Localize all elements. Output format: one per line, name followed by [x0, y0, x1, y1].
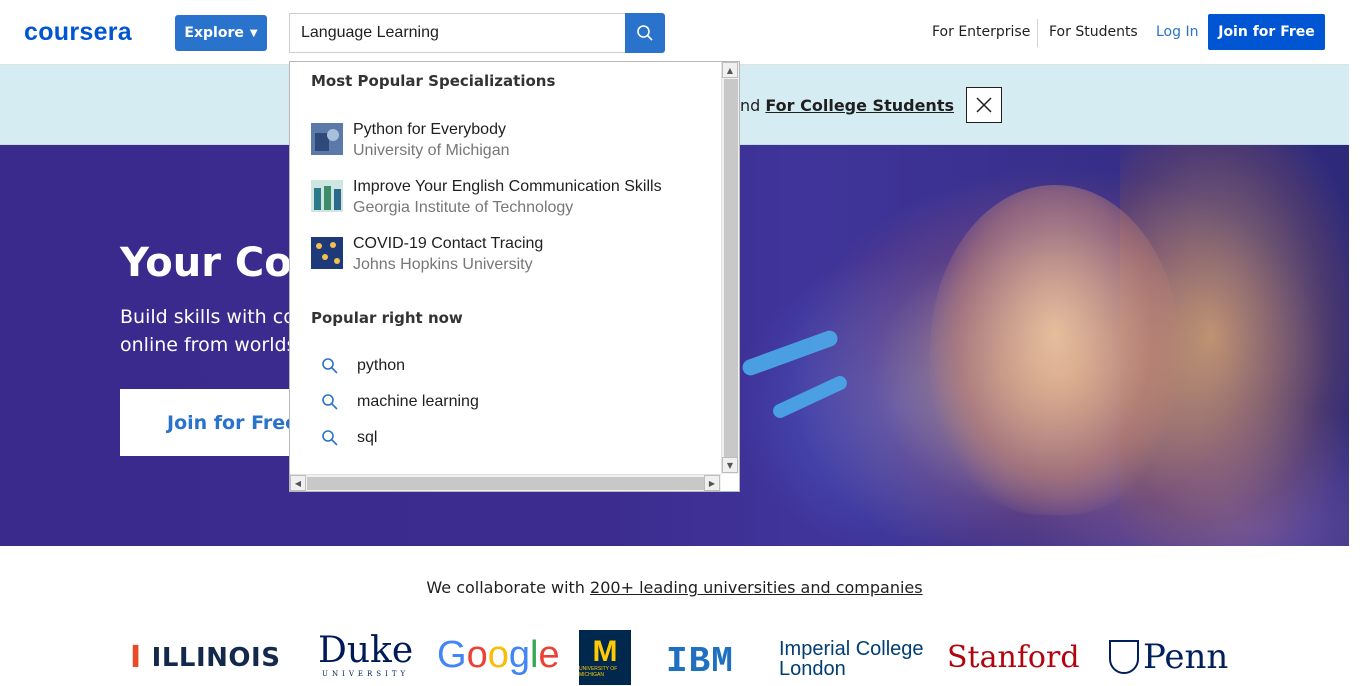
- illinois-logo[interactable]: I ILLINOIS: [130, 640, 280, 675]
- login-link[interactable]: Log In: [1156, 24, 1198, 40]
- ibm-wordmark: IBM: [666, 641, 734, 682]
- for-enterprise-link[interactable]: For Enterprise: [932, 24, 1030, 40]
- michigan-logo[interactable]: M UNIVERSITY OF MICHIGAN: [579, 630, 631, 685]
- coursera-logo[interactable]: coursera: [24, 18, 132, 47]
- penn-logo[interactable]: Penn: [1109, 637, 1228, 677]
- stanford-wordmark: Stanford: [947, 640, 1080, 675]
- explore-label: Explore: [184, 25, 244, 41]
- course-thumbnail: [311, 123, 343, 155]
- hero-subtitle-line1: Build skills with co: [120, 306, 290, 328]
- course-thumbnail: [311, 180, 343, 212]
- for-students-link[interactable]: For Students: [1049, 24, 1138, 40]
- horizontal-scrollbar[interactable]: ◀ ▶: [290, 474, 721, 491]
- penn-wordmark: Penn: [1143, 637, 1229, 677]
- search-input[interactable]: Language Learning: [289, 13, 625, 53]
- hero-image-tool: [740, 328, 840, 378]
- michigan-subtitle: UNIVERSITY OF MICHIGAN: [579, 665, 618, 678]
- nav-divider: [1037, 19, 1038, 47]
- hero-join-button[interactable]: Join for Free: [120, 389, 295, 456]
- popular-search-item[interactable]: sql: [321, 427, 621, 449]
- scroll-left-icon[interactable]: ◀: [290, 475, 306, 491]
- penn-shield-icon: [1109, 640, 1139, 674]
- search-value: Language Learning: [301, 24, 439, 41]
- course-thumbnail: [311, 237, 343, 269]
- vertical-scroll-thumb[interactable]: [724, 79, 738, 457]
- suggestion-school: Johns Hopkins University: [353, 256, 533, 273]
- ibm-logo[interactable]: IBM: [666, 641, 734, 682]
- popular-search-label: machine learning: [357, 393, 479, 410]
- section-title-specializations: Most Popular Specializations: [311, 72, 556, 90]
- college-students-link[interactable]: For College Students: [765, 96, 954, 115]
- join-for-free-button[interactable]: Join for Free: [1208, 14, 1325, 50]
- popular-search-label: sql: [357, 429, 378, 446]
- explore-button[interactable]: Explore ▼: [175, 15, 267, 51]
- stanford-logo[interactable]: Stanford: [947, 640, 1080, 675]
- search-suggestions-dropdown: Most Popular Specializations Python for …: [289, 61, 740, 492]
- suggestion-item[interactable]: COVID-19 Contact Tracing Johns Hopkins U…: [311, 235, 711, 275]
- scroll-up-icon[interactable]: ▲: [722, 62, 738, 78]
- duke-subtitle: UNIVERSITY: [322, 670, 410, 678]
- scroll-right-icon[interactable]: ▶: [704, 475, 720, 491]
- search-icon: [322, 358, 338, 374]
- suggestion-school: University of Michigan: [353, 142, 510, 159]
- scroll-down-icon[interactable]: ▼: [722, 457, 738, 473]
- chevron-down-icon: ▼: [249, 27, 258, 39]
- banner-text-partial: nd: [740, 96, 761, 115]
- hero-subtitle: Build skills with co online from worlds: [120, 303, 290, 359]
- suggestion-item[interactable]: Python for Everybody University of Michi…: [311, 121, 711, 161]
- imperial-line1: Imperial College: [779, 638, 924, 660]
- vertical-scrollbar[interactable]: ▲ ▼: [721, 62, 739, 474]
- google-logo[interactable]: Google: [437, 634, 560, 677]
- popular-search-item[interactable]: python: [321, 355, 621, 377]
- search-icon: [637, 25, 653, 41]
- michigan-m-icon: M: [592, 634, 618, 668]
- suggestion-school: Georgia Institute of Technology: [353, 199, 574, 216]
- imperial-line2: London: [779, 658, 846, 680]
- top-header: coursera Explore ▼ Language Learning For…: [0, 0, 1349, 65]
- hero-image-face: [930, 185, 1180, 515]
- hero-image-tool: [770, 373, 850, 421]
- section-title-popular: Popular right now: [311, 309, 463, 327]
- search-icon: [322, 430, 338, 446]
- hero-subtitle-line2: online from worlds: [120, 334, 290, 356]
- search-button[interactable]: [625, 13, 665, 53]
- suggestion-title: Improve Your English Communication Skill…: [353, 178, 662, 195]
- close-icon: [976, 97, 992, 113]
- banner-text: nd For College Students: [740, 96, 954, 115]
- partners-link[interactable]: 200+ leading universities and companies: [590, 578, 923, 597]
- search-icon: [322, 394, 338, 410]
- illinois-wordmark: ILLINOIS: [151, 642, 281, 673]
- imperial-college-logo[interactable]: Imperial College London: [779, 639, 924, 679]
- duke-wordmark: Duke: [318, 630, 414, 671]
- partners-text: We collaborate with 200+ leading univers…: [0, 578, 1349, 597]
- horizontal-scroll-thumb[interactable]: [307, 477, 704, 490]
- partners-text-prefix: We collaborate with: [426, 578, 591, 597]
- suggestion-title: Python for Everybody: [353, 121, 506, 138]
- banner-close-button[interactable]: [966, 87, 1002, 123]
- suggestion-item[interactable]: Improve Your English Communication Skill…: [311, 178, 711, 218]
- illinois-i-icon: I: [130, 640, 142, 675]
- duke-logo[interactable]: Duke UNIVERSITY: [318, 630, 414, 679]
- popular-search-item[interactable]: machine learning: [321, 391, 621, 413]
- popular-search-label: python: [357, 357, 406, 374]
- suggestion-title: COVID-19 Contact Tracing: [353, 235, 544, 252]
